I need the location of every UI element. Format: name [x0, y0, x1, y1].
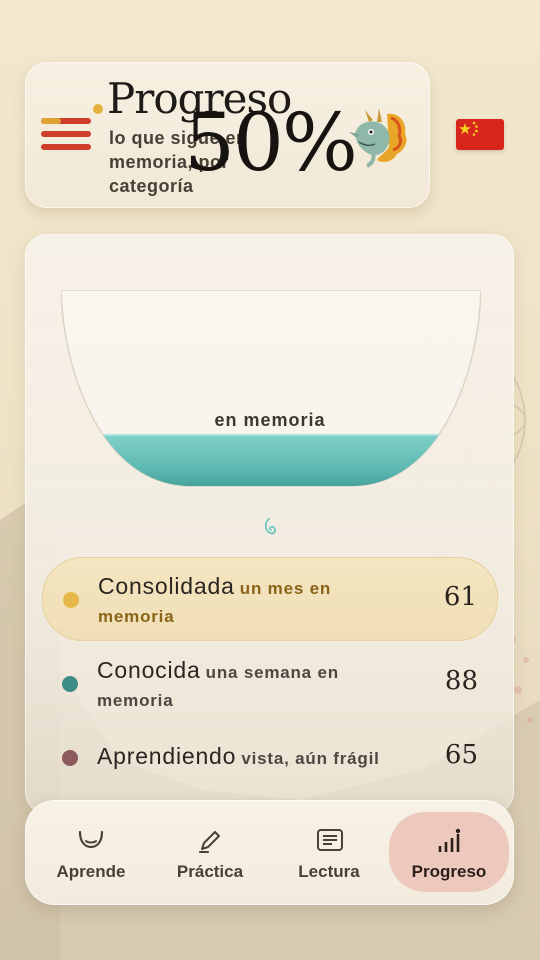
- memory-bowl-gauge: [61, 290, 481, 487]
- category-dot: [63, 592, 79, 608]
- bar-chart-icon: [438, 828, 461, 852]
- water-fill: [61, 435, 481, 486]
- tab-lectura-label: Lectura: [298, 862, 360, 881]
- swirl-icon: [264, 518, 277, 535]
- category-text: Conocida una semana en memoria: [97, 656, 397, 715]
- tab-progreso[interactable]: Progreso: [389, 812, 509, 892]
- tab-progreso-label: Progreso: [411, 862, 487, 881]
- memory-caption: en memoria: [214, 410, 326, 430]
- smile-icon: [78, 830, 104, 849]
- category-row[interactable]: Consolidada un mes en memoria 61: [42, 557, 498, 641]
- category-text: Consolidada un mes en memoria: [98, 572, 398, 631]
- pencil-icon: [199, 831, 220, 853]
- category-name: Aprendiendo: [97, 743, 237, 769]
- tab-practica-label: Práctica: [176, 862, 244, 881]
- tab-practica[interactable]: Práctica: [150, 812, 270, 892]
- category-count: 88: [444, 666, 478, 696]
- category-count: 61: [443, 582, 477, 612]
- category-row[interactable]: Conocida una semana en memoria 88: [42, 646, 498, 724]
- bottom-navigation: Aprende Práctica Lectura Progreso: [25, 800, 514, 905]
- category-dot: [62, 676, 78, 692]
- category-count: 65: [444, 740, 478, 770]
- memory-percent: 50%: [184, 96, 358, 189]
- category-dot: [62, 750, 78, 766]
- reading-icon: [317, 829, 343, 851]
- tab-aprende-label: Aprende: [56, 862, 126, 881]
- category-name: Consolidada: [98, 573, 235, 599]
- tab-lectura[interactable]: Lectura: [269, 812, 389, 892]
- category-description: vista, aún frágil: [241, 749, 380, 768]
- category-text: Aprendiendo vista, aún frágil: [97, 742, 397, 773]
- category-name: Conocida: [97, 657, 201, 683]
- tab-aprende[interactable]: Aprende: [31, 812, 151, 892]
- category-row[interactable]: Aprendiendo vista, aún frágil 65: [42, 734, 498, 782]
